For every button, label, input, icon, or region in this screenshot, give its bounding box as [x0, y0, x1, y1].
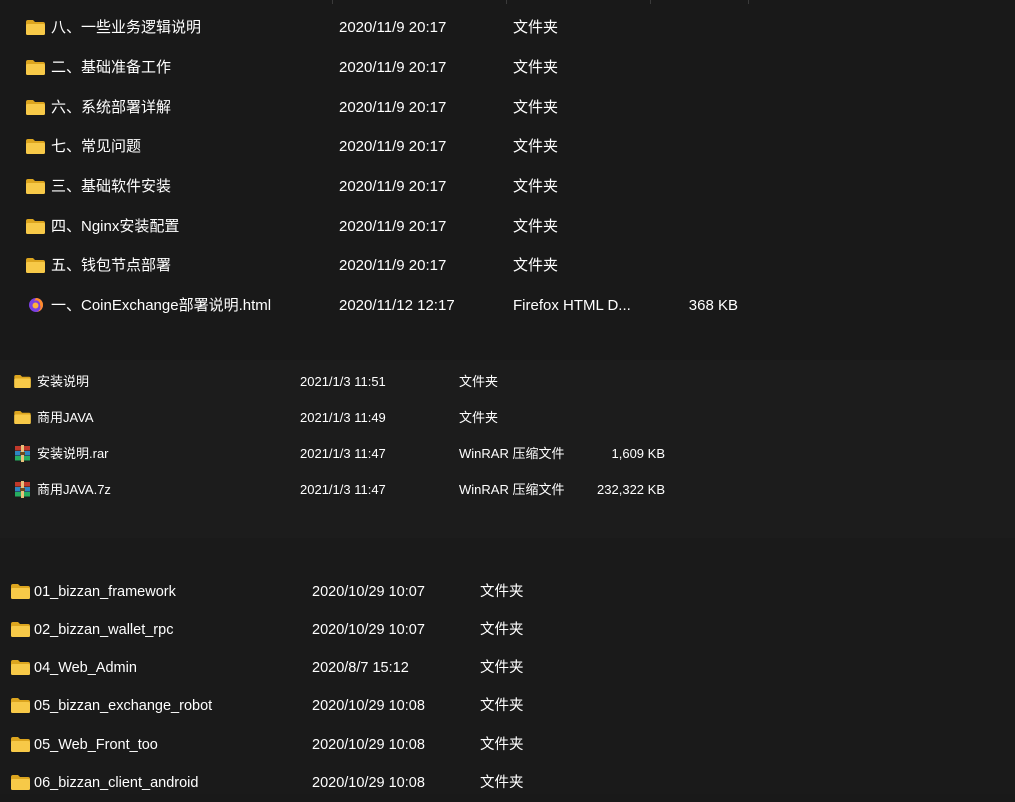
file-row[interactable]: 四、Nginx安装配置 2020/11/9 20:17 文件夹 — [0, 207, 1015, 247]
file-type: 文件夹 — [513, 99, 559, 116]
file-date: 2020/11/9 20:17 — [339, 19, 447, 36]
file-date: 2020/10/29 10:07 — [312, 584, 425, 600]
file-type: 文件夹 — [480, 737, 524, 753]
file-name: 六、系统部署详解 — [51, 99, 172, 116]
file-date: 2020/11/9 20:17 — [339, 59, 447, 76]
file-date: 2020/10/29 10:08 — [312, 775, 425, 791]
folder-icon — [26, 100, 45, 115]
folder-icon — [11, 584, 30, 599]
file-name: 02_bizzan_wallet_rpc — [34, 622, 174, 638]
file-type: 文件夹 — [513, 59, 559, 76]
file-row[interactable]: 五、钱包节点部署 2020/11/9 20:17 文件夹 — [0, 246, 1015, 286]
file-type: WinRAR 压缩文件 — [459, 446, 565, 461]
file-name: 四、Nginx安装配置 — [51, 218, 180, 235]
folder-icon — [26, 258, 45, 273]
file-date: 2020/11/9 20:17 — [339, 99, 447, 116]
folder-icon — [11, 698, 30, 713]
winrar-archive-icon — [14, 445, 31, 465]
file-date: 2020/8/7 15:12 — [312, 660, 409, 676]
file-name: 05_Web_Front_too — [34, 737, 158, 753]
file-type: 文件夹 — [480, 698, 524, 714]
file-row[interactable]: 六、系统部署详解 2020/11/9 20:17 文件夹 — [0, 88, 1015, 128]
file-row[interactable]: 01_bizzan_framework 2020/10/29 10:07 文件夹 — [0, 573, 1015, 611]
file-date: 2020/11/9 20:17 — [339, 138, 447, 155]
file-type: WinRAR 压缩文件 — [459, 482, 565, 497]
folder-icon — [14, 411, 31, 424]
file-date: 2021/1/3 11:51 — [300, 374, 386, 389]
file-date: 2020/10/29 10:08 — [312, 737, 425, 753]
file-size: 232,322 KB — [597, 482, 665, 497]
file-type: 文件夹 — [513, 19, 559, 36]
file-list-panel-source: 01_bizzan_framework 2020/10/29 10:07 文件夹… — [0, 538, 1015, 794]
file-row[interactable]: 安装说明.rar 2021/1/3 11:47 WinRAR 压缩文件 1,60… — [0, 436, 1015, 472]
file-date: 2021/1/3 11:49 — [300, 410, 386, 425]
file-name: 五、钱包节点部署 — [51, 257, 172, 274]
file-date: 2021/1/3 11:47 — [300, 482, 386, 497]
file-name: 二、基础准备工作 — [51, 59, 172, 76]
file-row[interactable]: 二、基础准备工作 2020/11/9 20:17 文件夹 — [0, 48, 1015, 88]
folder-icon — [26, 139, 45, 154]
file-list-panel-install: 安装说明 2021/1/3 11:51 文件夹 商用JAVA 2021/1/3 … — [0, 360, 1015, 538]
file-date: 2020/10/29 10:07 — [312, 622, 425, 638]
file-size: 1,609 KB — [611, 446, 666, 461]
file-name: 一、CoinExchange部署说明.html — [51, 297, 272, 314]
file-name: 七、常见问题 — [51, 138, 142, 155]
folder-icon — [26, 219, 45, 234]
winrar-archive-icon — [14, 481, 31, 501]
file-name: 安装说明.rar — [37, 446, 109, 461]
firefox-html-icon — [28, 297, 44, 317]
folder-icon — [26, 179, 45, 194]
file-row[interactable]: 商用JAVA.7z 2021/1/3 11:47 WinRAR 压缩文件 232… — [0, 472, 1015, 508]
file-date: 2020/11/9 20:17 — [339, 178, 447, 195]
file-row[interactable]: 02_bizzan_wallet_rpc 2020/10/29 10:07 文件… — [0, 611, 1015, 649]
file-type: 文件夹 — [513, 178, 559, 195]
folder-icon — [14, 375, 31, 388]
file-row[interactable]: 06_bizzan_client_android 2020/10/29 10:0… — [0, 764, 1015, 802]
file-type: 文件夹 — [513, 218, 559, 235]
file-list-panel-docs: 八、一些业务逻辑说明 2020/11/9 20:17 文件夹 二、基础准备工作 … — [0, 0, 1015, 360]
file-name: 商用JAVA — [37, 410, 94, 425]
file-name: 04_Web_Admin — [34, 660, 137, 676]
folder-icon — [26, 20, 45, 35]
file-date: 2020/11/12 12:17 — [339, 297, 455, 314]
file-name: 八、一些业务逻辑说明 — [51, 19, 202, 36]
file-name: 05_bizzan_exchange_robot — [34, 698, 213, 714]
file-name: 安装说明 — [37, 374, 90, 389]
file-row[interactable]: 05_Web_Front_too 2020/10/29 10:08 文件夹 — [0, 726, 1015, 764]
file-row[interactable]: 三、基础软件安装 2020/11/9 20:17 文件夹 — [0, 167, 1015, 207]
file-type: 文件夹 — [480, 660, 524, 676]
file-row[interactable]: 一、CoinExchange部署说明.html 2020/11/12 12:17… — [0, 286, 1015, 326]
file-date: 2020/11/9 20:17 — [339, 218, 447, 235]
folder-icon — [11, 737, 30, 752]
folder-icon — [11, 622, 30, 637]
file-name: 三、基础软件安装 — [51, 178, 172, 195]
column-header-dividers — [0, 0, 1015, 4]
file-type: 文件夹 — [513, 138, 559, 155]
file-type: 文件夹 — [459, 374, 499, 389]
file-row[interactable]: 04_Web_Admin 2020/8/7 15:12 文件夹 — [0, 649, 1015, 687]
file-type: 文件夹 — [480, 622, 524, 638]
file-type: Firefox HTML D... — [513, 297, 631, 314]
file-type: 文件夹 — [459, 410, 499, 425]
file-row[interactable]: 八、一些业务逻辑说明 2020/11/9 20:17 文件夹 — [0, 8, 1015, 48]
file-row[interactable]: 商用JAVA 2021/1/3 11:49 文件夹 — [0, 400, 1015, 436]
folder-icon — [26, 60, 45, 75]
file-type: 文件夹 — [480, 584, 524, 600]
file-name: 商用JAVA.7z — [37, 482, 111, 497]
file-row[interactable]: 安装说明 2021/1/3 11:51 文件夹 — [0, 364, 1015, 400]
folder-icon — [11, 775, 30, 790]
file-date: 2020/11/9 20:17 — [339, 257, 447, 274]
file-name: 06_bizzan_client_android — [34, 775, 199, 791]
file-name: 01_bizzan_framework — [34, 584, 176, 600]
file-type: 文件夹 — [513, 257, 559, 274]
file-row[interactable]: 七、常见问题 2020/11/9 20:17 文件夹 — [0, 127, 1015, 167]
file-row[interactable]: 05_bizzan_exchange_robot 2020/10/29 10:0… — [0, 687, 1015, 725]
file-date: 2021/1/3 11:47 — [300, 446, 386, 461]
file-size: 368 KB — [688, 297, 738, 314]
file-date: 2020/10/29 10:08 — [312, 698, 425, 714]
file-type: 文件夹 — [480, 775, 524, 791]
folder-icon — [11, 660, 30, 675]
